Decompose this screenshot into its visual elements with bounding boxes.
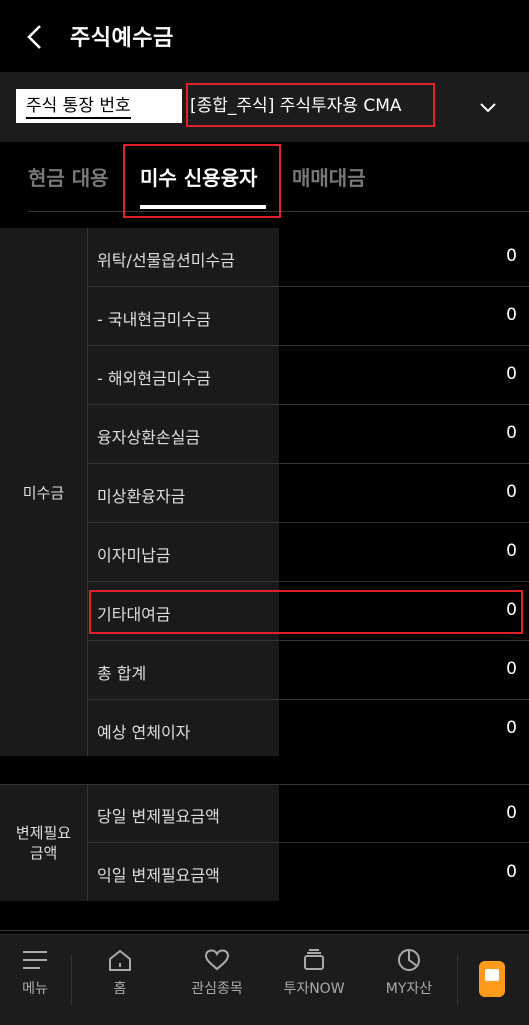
row-value: 0: [506, 364, 517, 384]
highlight-other-loan-row: [89, 590, 523, 634]
nav-watchlist[interactable]: 관심종목: [180, 948, 254, 998]
row-value: 0: [506, 803, 517, 823]
nav-label: MY자산: [385, 981, 433, 997]
row-value: 0: [506, 305, 517, 325]
highlight-active-tab: [123, 144, 281, 218]
heart-icon: [204, 949, 230, 971]
quick-action-icon: [485, 969, 499, 981]
account-number-label: 주식 통장 번호: [16, 89, 182, 123]
row-label-cell: 융자상환손실금: [88, 405, 279, 463]
highlight-account-name: [186, 83, 435, 127]
row-label-cell: - 국내현금미수금: [88, 287, 279, 345]
row-divider: [0, 930, 529, 931]
group-label-repayment: 변제필요 금액: [0, 785, 87, 901]
row-label-cell: 위탁/선물옵션미수금: [88, 228, 279, 286]
nav-label: 홈: [113, 981, 127, 997]
tab-cash-substitute[interactable]: 현금 대용: [28, 162, 109, 191]
row-label-cell: 총 합계: [88, 641, 279, 699]
row-value: 0: [506, 862, 517, 882]
row-label-cell: 미상환융자금: [88, 464, 279, 522]
nav-divider: [457, 954, 458, 1006]
group-label-unpaid: 미수금: [0, 228, 87, 756]
menu-icon: [23, 951, 47, 969]
nav-label: 메뉴: [22, 981, 48, 997]
tab-trade-amount[interactable]: 매매대금: [292, 162, 366, 191]
row-label-cell: 당일 변제필요금액: [88, 785, 279, 842]
stack-icon: [304, 949, 324, 970]
row-label-cell: 익일 변제필요금액: [88, 843, 279, 901]
row-value: 0: [506, 482, 517, 502]
chevron-down-icon[interactable]: [477, 96, 499, 118]
nav-label: 관심종목: [191, 981, 243, 997]
row-label-cell: - 해외현금미수금: [88, 346, 279, 404]
row-value: 0: [506, 541, 517, 561]
nav-my-assets[interactable]: MY자산: [376, 948, 442, 998]
row-value: 0: [506, 718, 517, 738]
bottom-nav: [0, 934, 529, 1025]
row-value: 0: [506, 659, 517, 679]
home-icon: [109, 950, 131, 971]
row-value: 0: [506, 246, 517, 266]
row-value: 0: [506, 423, 517, 443]
nav-home[interactable]: 홈: [90, 948, 150, 998]
nav-invest-now[interactable]: 투자NOW: [272, 948, 356, 998]
nav-divider: [71, 954, 72, 1006]
page-title: 주식예수금: [70, 26, 174, 51]
pie-icon: [398, 949, 420, 971]
row-label-cell: 이자미납금: [88, 523, 279, 581]
row-label-cell: 예상 연체이자: [88, 700, 279, 756]
nav-label: 투자NOW: [283, 981, 345, 997]
nav-menu[interactable]: 메뉴: [14, 948, 56, 998]
back-arrow-icon[interactable]: [22, 22, 50, 52]
